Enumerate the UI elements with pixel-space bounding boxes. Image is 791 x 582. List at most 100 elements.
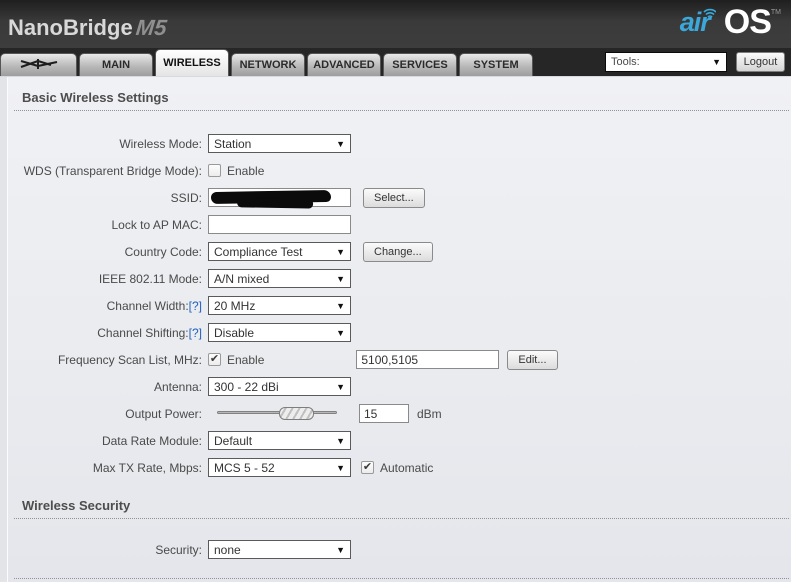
ieee-mode-select[interactable]: A/N mixed ▼: [208, 269, 351, 288]
country-code-select[interactable]: Compliance Test ▼: [208, 242, 351, 261]
tab-wireless[interactable]: WIRELESS: [155, 49, 229, 76]
brand-logo: NanoBridgeM5: [8, 15, 168, 41]
chevron-down-icon: ▼: [336, 300, 345, 311]
wireless-mode-row: Wireless Mode: Station ▼: [0, 134, 791, 153]
chevron-down-icon: ▼: [336, 462, 345, 473]
antenna-label: Antenna:: [153, 379, 202, 394]
output-power-row: Output Power: dBm: [0, 404, 791, 423]
wds-label: WDS (Transparent Bridge Mode):: [23, 163, 202, 178]
trademark: TM: [770, 9, 781, 16]
chevron-down-icon: ▼: [336, 435, 345, 446]
ieee-mode-value: A/N mixed: [214, 271, 270, 286]
channel-shifting-help-link[interactable]: [?]: [189, 326, 202, 340]
data-rate-module-label: Data Rate Module:: [101, 433, 202, 448]
wireless-settings-page: Basic Wireless Settings Wireless Mode: S…: [0, 76, 791, 582]
chevron-down-icon: ▼: [336, 273, 345, 284]
max-tx-rate-label: Max TX Rate, Mbps:: [92, 460, 202, 475]
antenna-value: 300 - 22 dBi: [214, 379, 279, 394]
max-tx-rate-value: MCS 5 - 52: [214, 460, 275, 475]
channel-shifting-label: Channel Shifting:[?]: [0, 326, 202, 340]
channel-shifting-value: Disable: [214, 325, 255, 340]
max-tx-rate-automatic-label: Automatic: [380, 460, 434, 475]
output-power-slider[interactable]: [217, 407, 337, 420]
channel-width-label: Channel Width:[?]: [0, 299, 202, 313]
country-code-value: Compliance Test: [214, 244, 303, 259]
wireless-mode-select[interactable]: Station ▼: [208, 134, 351, 153]
security-label: Security:: [155, 542, 202, 557]
frequency-scan-edit-button[interactable]: Edit...: [507, 349, 558, 370]
wds-row: WDS (Transparent Bridge Mode): Enable: [0, 161, 791, 180]
slider-track: [217, 411, 337, 414]
ssid-input[interactable]: [208, 188, 351, 207]
country-code-label: Country Code:: [124, 244, 202, 259]
chevron-down-icon: ▼: [336, 381, 345, 392]
chevron-down-icon: ▼: [336, 327, 345, 338]
security-value: none: [214, 542, 241, 557]
tab-network[interactable]: NETWORK: [231, 53, 305, 76]
lock-to-ap-mac-input[interactable]: [208, 215, 351, 234]
channel-shifting-select[interactable]: Disable ▼: [208, 323, 351, 342]
frequency-scan-list-input[interactable]: [356, 350, 500, 369]
channel-shifting-row: Channel Shifting:[?] Disable ▼: [0, 323, 791, 342]
output-power-unit: dBm: [417, 406, 442, 421]
output-power-input[interactable]: [359, 404, 409, 423]
data-rate-module-value: Default: [214, 433, 253, 448]
tab-home[interactable]: [0, 53, 77, 76]
channel-width-help-link[interactable]: [?]: [189, 299, 202, 313]
slider-handle[interactable]: [279, 407, 314, 420]
antenna-row: Antenna: 300 - 22 dBi ▼: [0, 377, 791, 396]
tab-advanced[interactable]: ADVANCED: [307, 53, 381, 76]
brand-model: M5: [134, 15, 168, 40]
security-row: Security: none ▼: [0, 540, 791, 559]
tab-services-label: SERVICES: [392, 59, 448, 71]
header-toolbar: Tools: ▼ Logout: [605, 52, 791, 76]
max-tx-rate-select[interactable]: MCS 5 - 52 ▼: [208, 458, 351, 477]
basic-wireless-settings-form: Wireless Mode: Station ▼ WDS (Transparen…: [0, 111, 791, 477]
channel-width-value: 20 MHz: [214, 298, 256, 313]
wds-enable-checkbox[interactable]: [208, 164, 221, 177]
tab-system[interactable]: SYSTEM: [459, 53, 533, 76]
ieee-mode-row: IEEE 802.11 Mode: A/N mixed ▼: [0, 269, 791, 288]
security-select[interactable]: none ▼: [208, 540, 351, 559]
max-tx-rate-row: Max TX Rate, Mbps: MCS 5 - 52 ▼ Automati…: [0, 458, 791, 477]
country-change-button[interactable]: Change...: [363, 241, 433, 262]
channel-width-select[interactable]: 20 MHz ▼: [208, 296, 351, 315]
chevron-down-icon: ▼: [712, 57, 721, 67]
wireless-mode-label: Wireless Mode:: [119, 136, 202, 151]
ssid-select-button[interactable]: Select...: [363, 187, 425, 208]
airos-os-text: OS: [723, 3, 772, 41]
tools-dropdown[interactable]: Tools: ▼: [605, 52, 727, 72]
wireless-security-heading: Wireless Security: [14, 497, 789, 519]
tab-wireless-label: WIRELESS: [163, 57, 221, 69]
frequency-scan-enable-label: Enable: [227, 352, 265, 367]
chevron-down-icon: ▼: [336, 138, 345, 149]
antenna-select[interactable]: 300 - 22 dBi ▼: [208, 377, 351, 396]
ieee-mode-label: IEEE 802.11 Mode:: [98, 271, 202, 286]
data-rate-module-row: Data Rate Module: Default ▼: [0, 431, 791, 450]
max-tx-rate-automatic-checkbox[interactable]: [361, 461, 374, 474]
output-power-label: Output Power:: [125, 406, 202, 421]
chevron-down-icon: ▼: [336, 246, 345, 257]
tab-main[interactable]: MAIN: [79, 53, 153, 76]
tab-system-label: SYSTEM: [473, 59, 519, 71]
left-gutter: [0, 77, 8, 582]
country-code-row: Country Code: Compliance Test ▼ Change..…: [0, 241, 791, 262]
tab-network-label: NETWORK: [239, 59, 297, 71]
channel-shifting-label-text: Channel Shifting:: [97, 325, 189, 340]
tab-main-label: MAIN: [101, 59, 131, 71]
frequency-scan-enable-checkbox[interactable]: [208, 353, 221, 366]
tab-bar: MAIN WIRELESS NETWORK ADVANCED SERVICES …: [0, 48, 791, 76]
channel-width-label-text: Channel Width:: [106, 298, 189, 313]
tab-services[interactable]: SERVICES: [383, 53, 457, 76]
lock-to-ap-mac-row: Lock to AP MAC:: [0, 215, 791, 234]
tools-dropdown-value: Tools:: [611, 56, 640, 68]
wireless-mode-value: Station: [214, 136, 252, 151]
antenna-icon: [18, 57, 60, 74]
data-rate-module-select[interactable]: Default ▼: [208, 431, 351, 450]
ssid-label: SSID:: [170, 190, 202, 205]
logout-button[interactable]: Logout: [736, 52, 785, 72]
wds-enable-label: Enable: [227, 163, 265, 178]
app-header: NanoBridgeM5 air OSTM: [0, 0, 791, 48]
bottom-divider: [14, 578, 789, 579]
lock-to-ap-mac-label: Lock to AP MAC:: [111, 217, 203, 232]
